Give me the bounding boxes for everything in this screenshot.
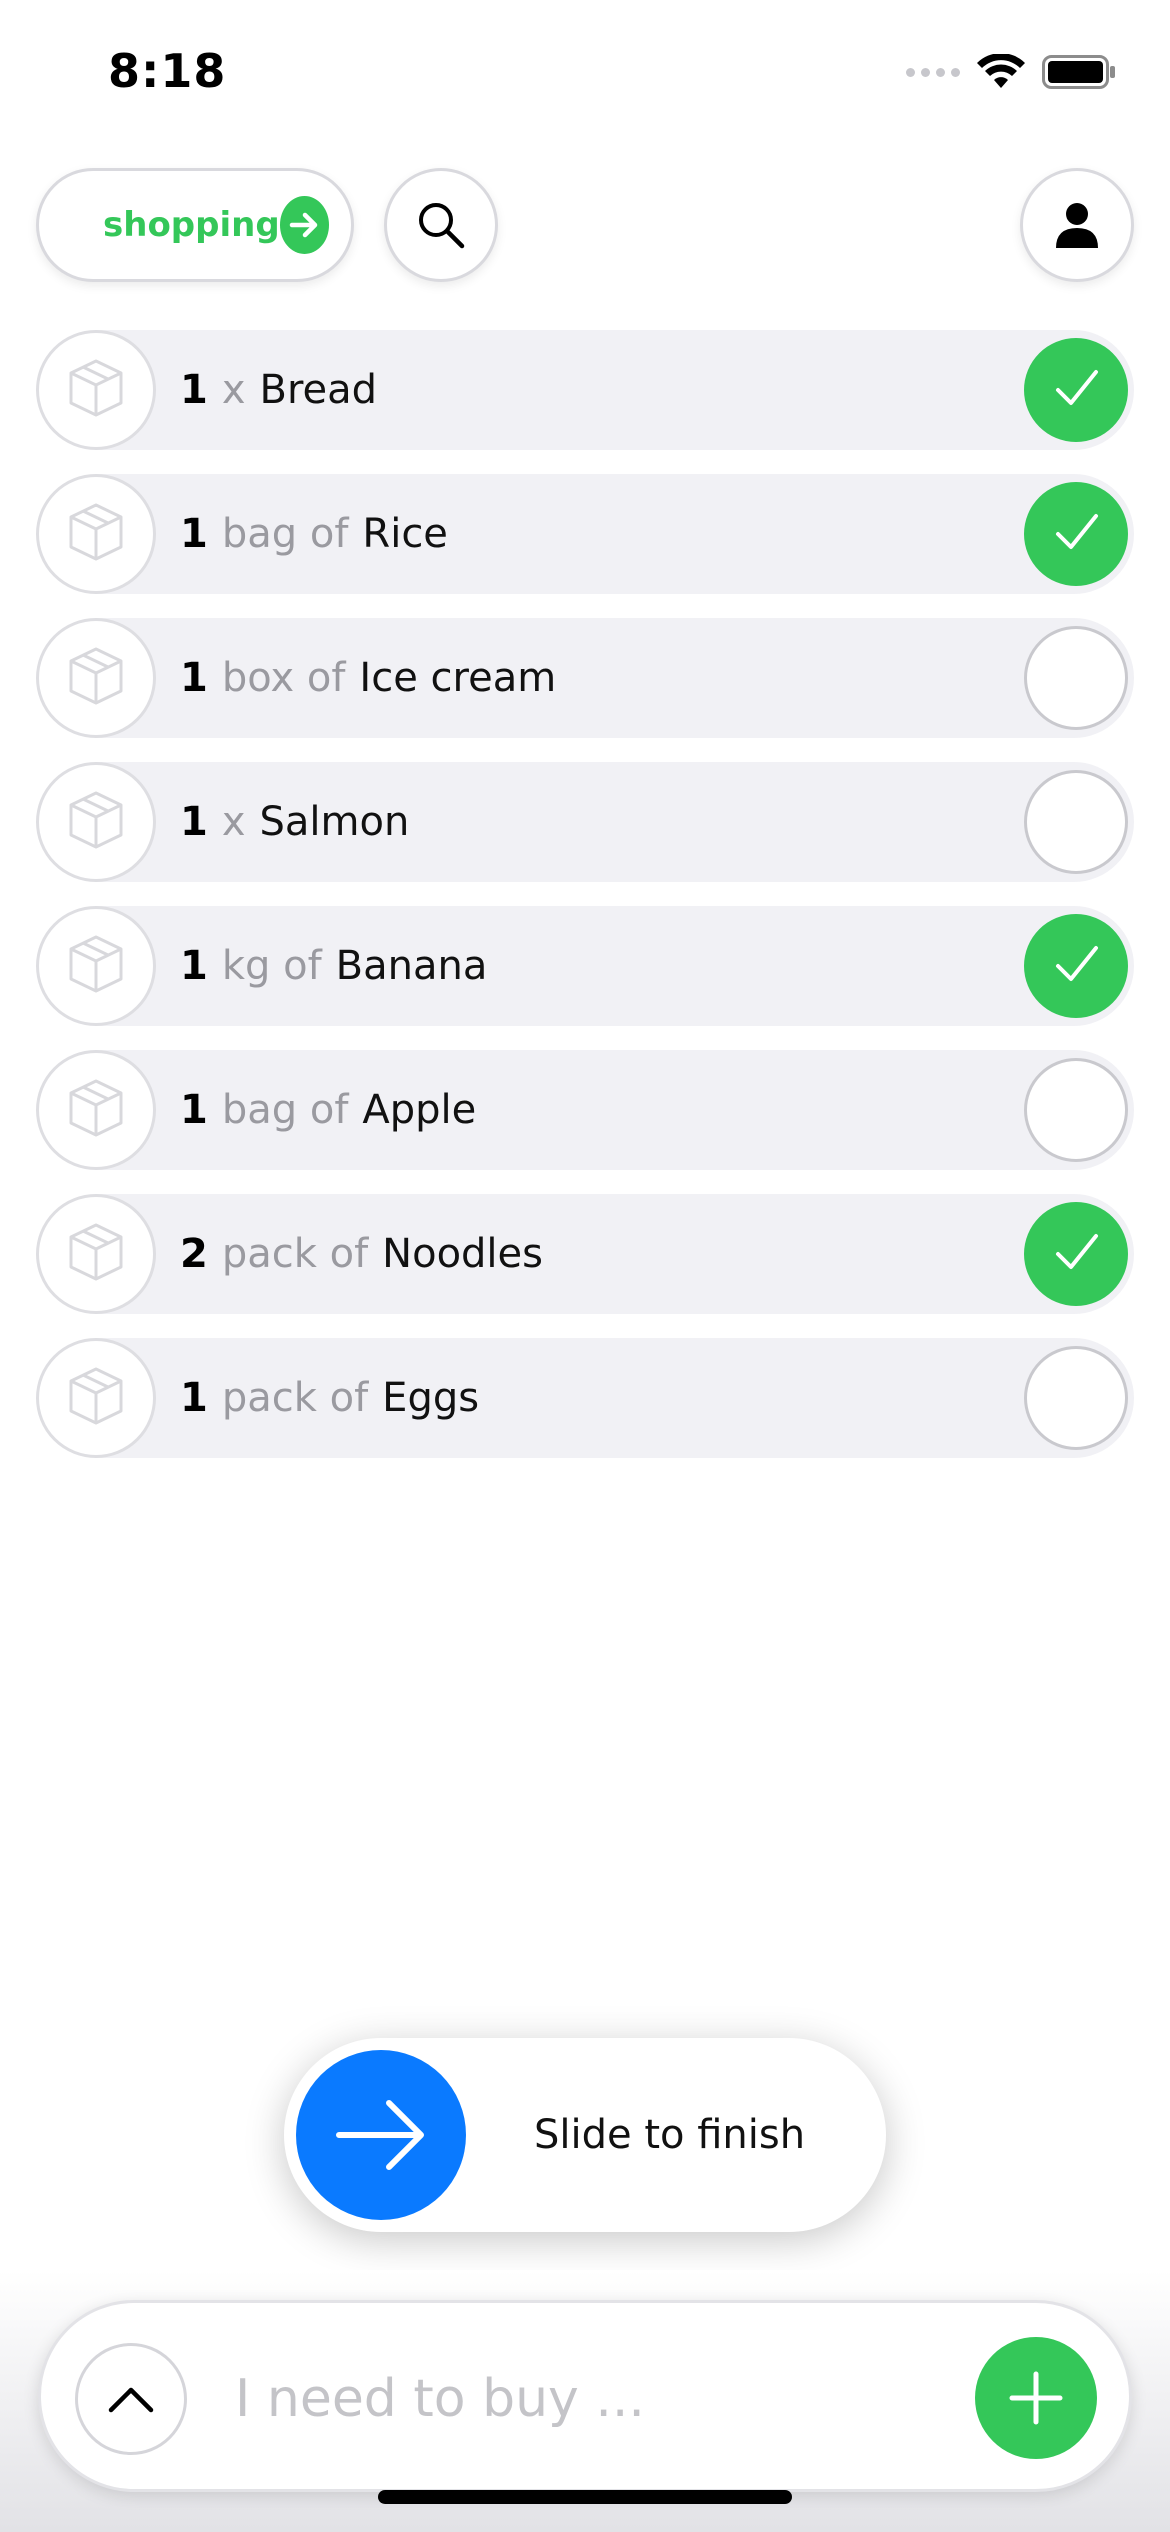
item-unit: x: [221, 367, 246, 413]
item-thumbnail[interactable]: [36, 906, 156, 1026]
cellular-signal-icon: [906, 67, 960, 77]
item-quantity: 1: [180, 799, 208, 845]
item-checkbox[interactable]: [1024, 1346, 1128, 1450]
list-item[interactable]: 1 pack of Eggs: [36, 1338, 1134, 1458]
item-thumbnail[interactable]: [36, 762, 156, 882]
slide-label: Slide to finish: [534, 2112, 806, 2158]
checkmark-icon: [1046, 358, 1106, 422]
item-thumbnail[interactable]: [36, 618, 156, 738]
wifi-icon: [977, 54, 1025, 88]
item-quantity: 2: [180, 1231, 208, 1277]
item-name: Rice: [362, 511, 448, 557]
list-selector-button[interactable]: shopping: [36, 168, 354, 282]
item-thumbnail[interactable]: [36, 330, 156, 450]
item-checkbox[interactable]: [1024, 338, 1128, 442]
item-checkbox[interactable]: [1024, 1202, 1128, 1306]
list-name: shopping: [103, 205, 280, 245]
box-icon: [61, 1073, 131, 1147]
status-time: 8:18: [108, 44, 227, 98]
battery-icon: [1042, 55, 1115, 89]
search-button[interactable]: [384, 168, 498, 282]
item-checkbox[interactable]: [1024, 1058, 1128, 1162]
item-unit: kg of: [221, 943, 322, 989]
box-icon: [61, 1217, 131, 1291]
slide-handle[interactable]: [296, 2050, 466, 2220]
item-description: 1 x Salmon: [180, 762, 409, 882]
item-unit: box of: [221, 655, 346, 701]
list-item[interactable]: 1 bag of Rice: [36, 474, 1134, 594]
plus-icon: [1009, 2371, 1063, 2425]
item-name: Apple: [362, 1087, 477, 1133]
list-item[interactable]: 2 pack of Noodles: [36, 1194, 1134, 1314]
checkmark-icon: [1046, 934, 1106, 998]
item-name: Banana: [335, 943, 488, 989]
box-icon: [61, 353, 131, 427]
item-checkbox[interactable]: [1024, 626, 1128, 730]
item-thumbnail[interactable]: [36, 1194, 156, 1314]
item-description: 1 x Bread: [180, 330, 377, 450]
add-item-button[interactable]: [975, 2337, 1097, 2459]
item-unit: bag of: [221, 511, 349, 557]
item-description: 1 box of Ice cream: [180, 618, 556, 738]
box-icon: [61, 641, 131, 715]
item-name: Ice cream: [359, 655, 557, 701]
box-icon: [61, 1361, 131, 1435]
add-item-bar: [38, 2300, 1132, 2492]
item-name: Eggs: [382, 1375, 480, 1421]
item-thumbnail[interactable]: [36, 1338, 156, 1458]
list-item[interactable]: 1 x Bread: [36, 330, 1134, 450]
search-icon: [419, 203, 465, 249]
item-name: Noodles: [382, 1231, 543, 1277]
item-quantity: 1: [180, 511, 208, 557]
shopping-list: 1 x Bread 1 bag of Rice 1 box of Ice cream 1 x Salm…: [36, 330, 1134, 1482]
status-icons: [906, 54, 1116, 90]
item-description: 2 pack of Noodles: [180, 1194, 543, 1314]
item-unit: pack of: [221, 1231, 369, 1277]
box-icon: [61, 785, 131, 859]
item-checkbox[interactable]: [1024, 482, 1128, 586]
list-item[interactable]: 1 box of Ice cream: [36, 618, 1134, 738]
item-description: 1 kg of Banana: [180, 906, 487, 1026]
list-item[interactable]: 1 bag of Apple: [36, 1050, 1134, 1170]
list-item[interactable]: 1 x Salmon: [36, 762, 1134, 882]
item-quantity: 1: [180, 367, 208, 413]
item-name: Bread: [259, 367, 378, 413]
item-thumbnail[interactable]: [36, 1050, 156, 1170]
item-quantity: 1: [180, 655, 208, 701]
item-checkbox[interactable]: [1024, 770, 1128, 874]
new-item-input[interactable]: [235, 2349, 935, 2449]
chevron-up-icon: [108, 2387, 154, 2413]
profile-button[interactable]: [1020, 168, 1134, 282]
item-thumbnail[interactable]: [36, 474, 156, 594]
box-icon: [61, 497, 131, 571]
arrow-right-icon: [279, 196, 329, 254]
checkmark-icon: [1046, 1222, 1106, 1286]
app-screen: 8:18 shopping 1 x Bread 1 bag of Rice 1 …: [0, 0, 1170, 2532]
checkmark-icon: [1046, 502, 1106, 566]
arrow-right-icon: [336, 2100, 424, 2170]
item-quantity: 1: [180, 1087, 208, 1133]
item-description: 1 pack of Eggs: [180, 1338, 479, 1458]
item-unit: x: [221, 799, 246, 845]
item-quantity: 1: [180, 943, 208, 989]
item-description: 1 bag of Apple: [180, 1050, 476, 1170]
box-icon: [61, 929, 131, 1003]
slide-to-finish[interactable]: Slide to finish: [284, 2038, 886, 2232]
person-icon: [1056, 203, 1098, 248]
item-unit: bag of: [221, 1087, 349, 1133]
expand-button[interactable]: [75, 2343, 187, 2455]
home-indicator: [378, 2490, 792, 2504]
list-item[interactable]: 1 kg of Banana: [36, 906, 1134, 1026]
item-name: Salmon: [259, 799, 410, 845]
item-description: 1 bag of Rice: [180, 474, 448, 594]
item-checkbox[interactable]: [1024, 914, 1128, 1018]
item-quantity: 1: [180, 1375, 208, 1421]
item-unit: pack of: [221, 1375, 369, 1421]
